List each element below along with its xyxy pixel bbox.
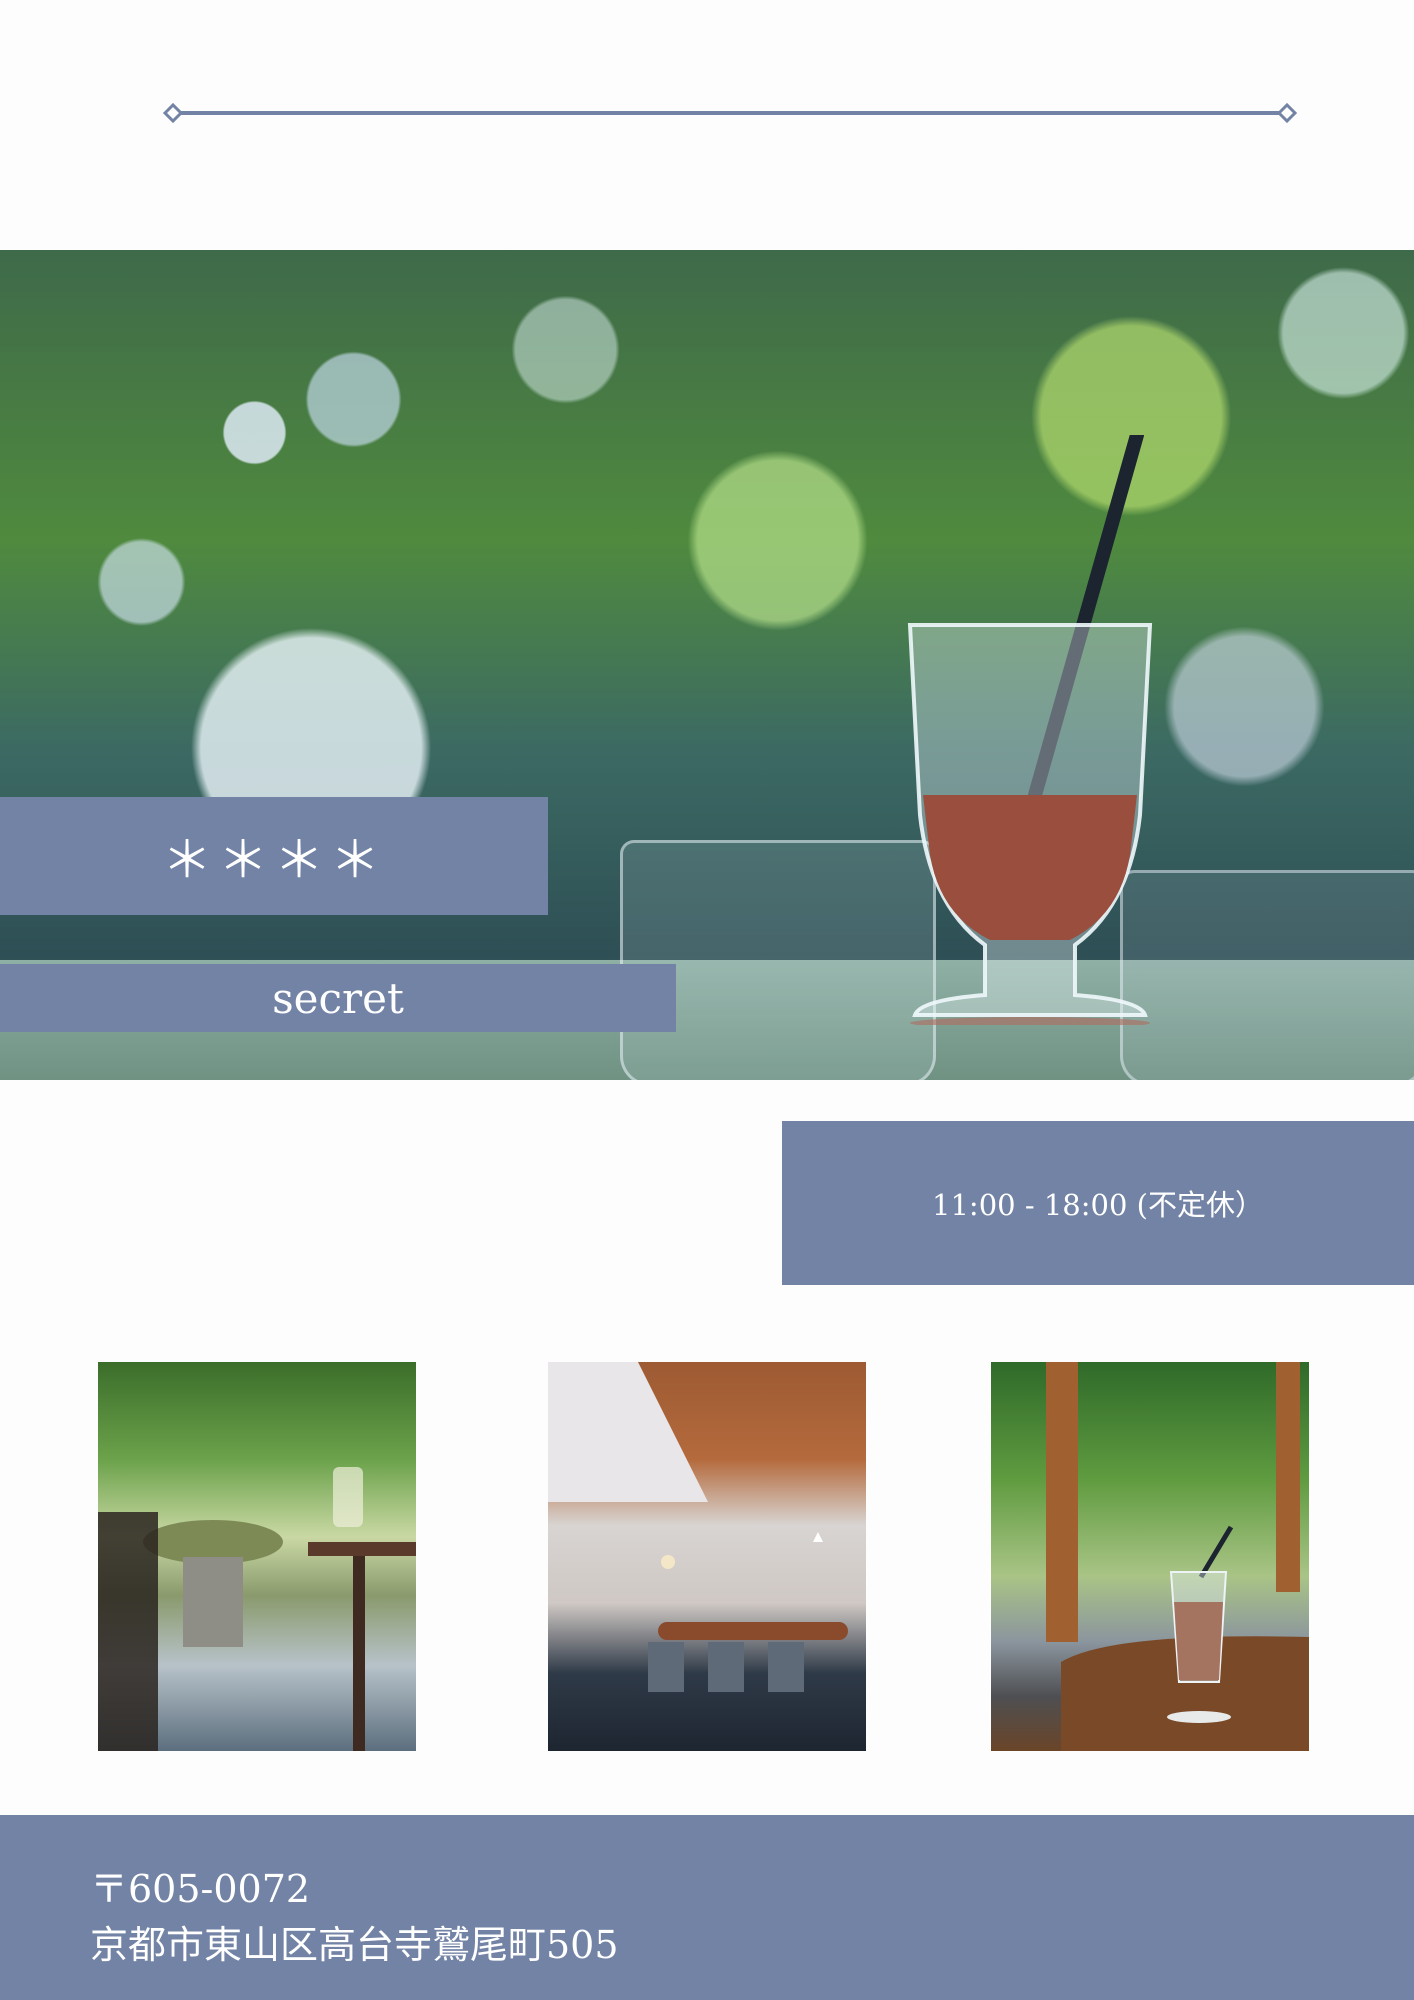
hero-drink-glass bbox=[907, 435, 1153, 1025]
street-address: 京都市東山区高台寺鷲尾町505 bbox=[90, 1923, 619, 1967]
photo-dining-room bbox=[548, 1362, 866, 1751]
photo-garden-lantern bbox=[98, 1362, 416, 1751]
photo-veranda-drink-shapes bbox=[1046, 1362, 1309, 1751]
photo-garden-lantern-shapes bbox=[98, 1467, 416, 1751]
hero-photo-iced-drink bbox=[0, 250, 1414, 1080]
subtitle-band: secret bbox=[0, 964, 676, 1032]
postal-code: 〒605-0072 bbox=[90, 1867, 311, 1911]
decorative-top-rule bbox=[163, 103, 1297, 123]
hero-background-glass-left bbox=[620, 840, 936, 1080]
opening-hours-box: 11:00 - 18:00 (不定休） bbox=[782, 1121, 1414, 1285]
hero-background-glass-right bbox=[1120, 870, 1414, 1080]
subtitle-text: secret bbox=[272, 973, 404, 1023]
cafe-name-stars: ＊＊＊＊ bbox=[162, 831, 386, 889]
opening-hours-text: 11:00 - 18:00 (不定休） bbox=[932, 1188, 1264, 1222]
photo-veranda-drink bbox=[991, 1362, 1309, 1751]
cafe-name-stars-band: ＊＊＊＊ bbox=[0, 797, 548, 915]
photo-dining-room-shapes bbox=[548, 1362, 848, 1692]
